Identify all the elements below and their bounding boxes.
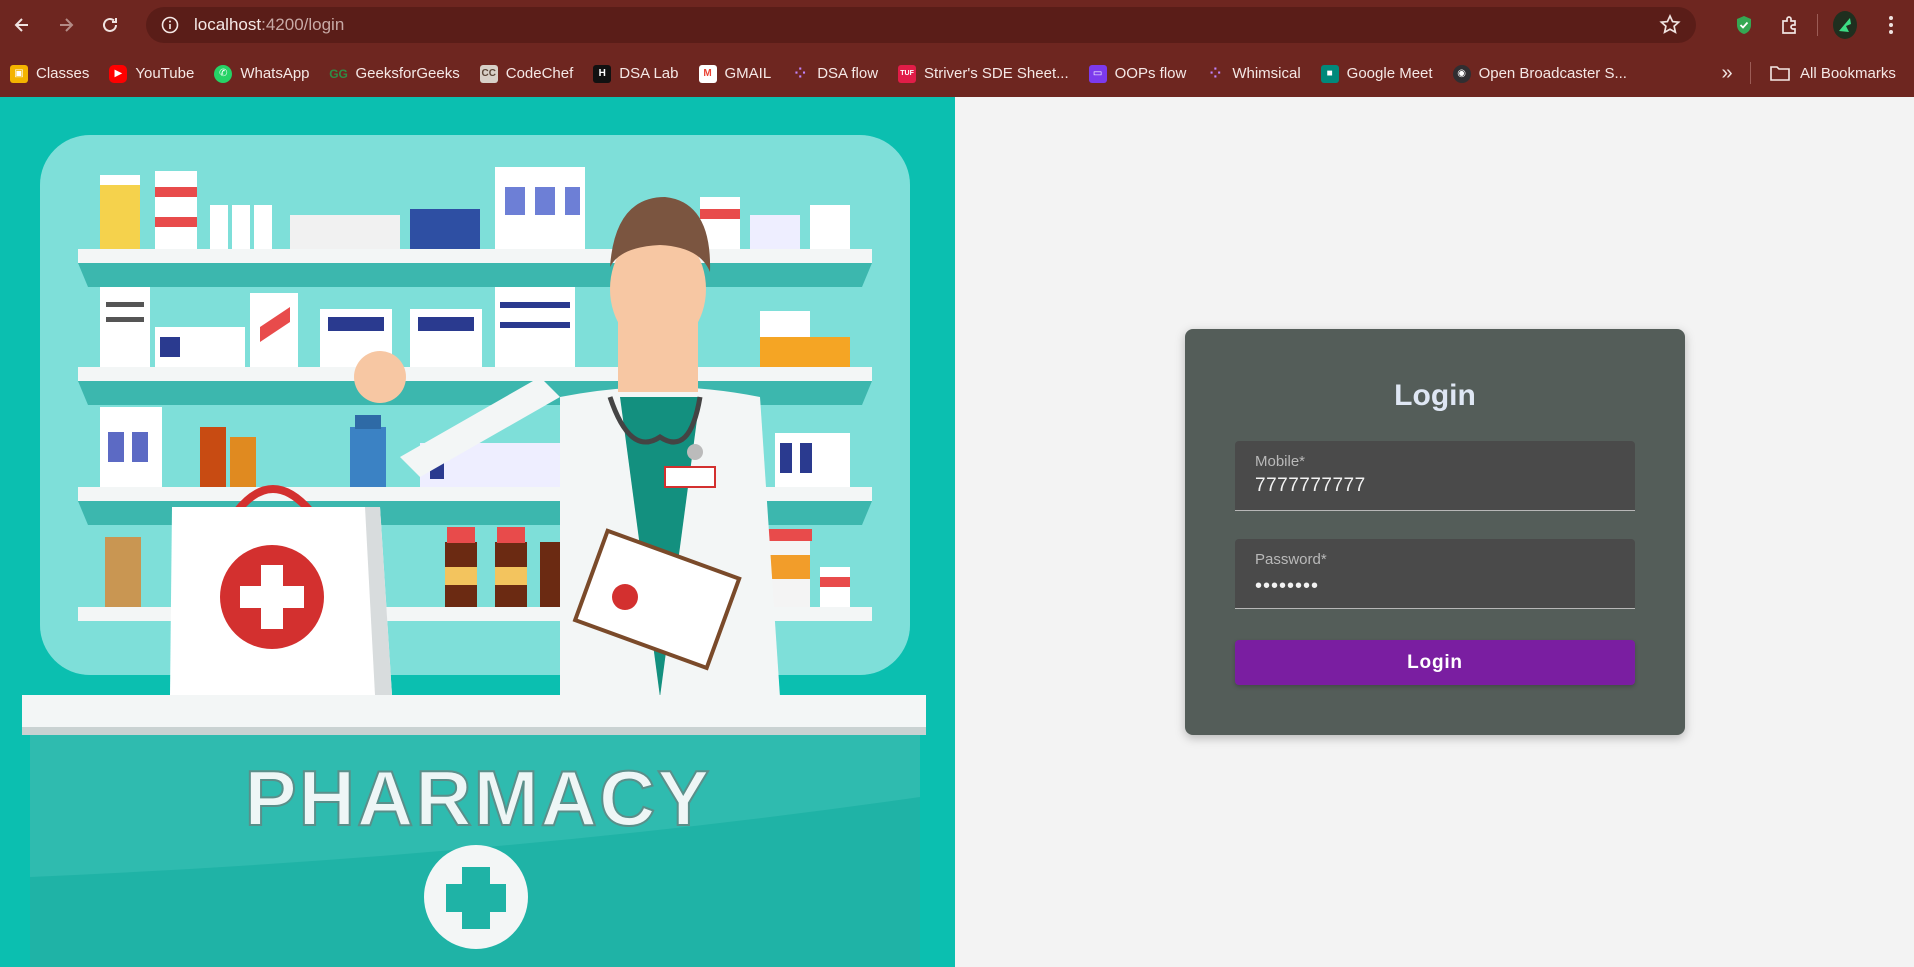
extensions-puzzle-icon[interactable] (1778, 13, 1802, 37)
bookmark-star-icon[interactable] (1658, 13, 1682, 37)
bookmark-label: GeeksforGeeks (355, 65, 460, 82)
password-field[interactable]: Password* •••••••• (1235, 539, 1635, 609)
tuf-icon: TUF (898, 64, 917, 83)
bookmark-google-meet[interactable]: ■ Google Meet (1320, 59, 1443, 89)
bookmark-classes[interactable]: ▣ Classes (10, 59, 99, 89)
browser-toolbar: localhost:4200/login (0, 0, 1914, 50)
whatsapp-icon: ✆ (214, 64, 233, 83)
google-meet-icon: ■ (1320, 64, 1339, 83)
geeksforgeeks-icon: GG (329, 66, 348, 81)
reload-icon (103, 17, 117, 32)
bookmark-youtube[interactable]: ▶ YouTube (109, 59, 204, 89)
bookmark-whatsapp[interactable]: ✆ WhatsApp (214, 59, 319, 89)
bookmark-strivers-sde-sheet[interactable]: TUF Striver's SDE Sheet... (898, 59, 1079, 89)
pharmacy-illustration: PHARMACY (0, 97, 955, 967)
whimsical-icon: ⁘ (794, 65, 807, 81)
toolbar-actions (1721, 0, 1914, 50)
toolbar-divider (1817, 14, 1818, 36)
bookmark-dsa-lab[interactable]: H DSA Lab (593, 59, 688, 89)
bookmark-gmail[interactable]: M GMAIL (698, 59, 782, 89)
login-card: Login Mobile* 7777777777 Password* •••••… (1185, 329, 1685, 735)
bookmark-label: GMAIL (724, 65, 772, 82)
url-text: localhost:4200/login (194, 15, 344, 35)
login-page: PHARMACY Login Mobile* 7777777777 Passwo… (0, 97, 1914, 967)
pharmacy-sign-text: PHARMACY (245, 754, 712, 842)
arrow-right-icon (60, 18, 74, 32)
pharmacy-bag (170, 485, 392, 695)
profile-avatar[interactable] (1833, 11, 1857, 39)
obs-icon: ◉ (1452, 64, 1471, 83)
url-host: localhost (194, 15, 262, 34)
kebab-menu-icon[interactable] (1879, 13, 1903, 37)
address-bar[interactable]: localhost:4200/login (146, 7, 1696, 43)
bookmark-label: OOPs flow (1114, 65, 1187, 82)
bookmark-label: CodeChef (505, 65, 574, 82)
bookmark-label: Google Meet (1346, 65, 1433, 82)
gmail-icon: M (698, 64, 717, 83)
bookmarks-bar: ▣ Classes ▶ YouTube ✆ WhatsApp GG GeeksforGe… (0, 50, 1914, 97)
shield-extension-icon[interactable] (1732, 13, 1756, 37)
classroom-icon: ▣ (10, 64, 28, 83)
all-bookmarks-label: All Bookmarks (1800, 64, 1896, 82)
bookmarks-divider (1750, 62, 1751, 84)
bookmark-label: Striver's SDE Sheet... (924, 65, 1069, 82)
bookmark-codechef[interactable]: CC CodeChef (479, 59, 584, 89)
bookmark-label: DSA flow (817, 65, 879, 82)
bookmark-dsa-flow[interactable]: ⁘ DSA flow (791, 59, 888, 89)
login-button[interactable]: Login (1235, 640, 1635, 685)
back-button[interactable] (0, 0, 44, 50)
all-bookmarks-button[interactable]: All Bookmarks (1770, 58, 1896, 88)
bookmark-geeksforgeeks[interactable]: GG GeeksforGeeks (329, 59, 470, 89)
mobile-input[interactable]: 7777777777 (1255, 475, 1366, 497)
bookmark-label: YouTube (135, 65, 195, 82)
whimsical-icon: ⁘ (1209, 65, 1222, 81)
password-input[interactable]: •••••••• (1255, 575, 1319, 598)
login-title: Login (1394, 379, 1476, 412)
avatar (1833, 11, 1857, 39)
password-label: Password* (1255, 551, 1327, 568)
folder-icon (1770, 66, 1790, 81)
whimsical-board-icon: ▭ (1088, 64, 1107, 83)
bookmark-whimsical[interactable]: ⁘ Whimsical (1206, 59, 1310, 89)
bookmark-label: WhatsApp (240, 65, 310, 82)
codechef-icon: CC (479, 64, 498, 83)
pharmacy-counter: PHARMACY (22, 695, 926, 967)
reload-button[interactable] (88, 0, 132, 50)
youtube-icon: ▶ (109, 64, 128, 83)
bookmark-obs[interactable]: ◉ Open Broadcaster S... (1452, 59, 1637, 89)
bookmark-label: Classes (36, 65, 90, 82)
url-path: :4200/login (261, 15, 345, 34)
mobile-label: Mobile* (1255, 453, 1306, 470)
mobile-field[interactable]: Mobile* 7777777777 (1235, 441, 1635, 511)
bookmark-oops-flow[interactable]: ▭ OOPs flow (1088, 59, 1197, 89)
site-info-icon[interactable] (158, 13, 182, 37)
arrow-left-icon (14, 18, 28, 32)
forward-button[interactable] (44, 0, 88, 50)
hackerrank-icon: H (593, 64, 612, 83)
bookmark-label: Whimsical (1232, 65, 1301, 82)
bookmark-label: DSA Lab (619, 65, 679, 82)
bookmark-label: Open Broadcaster S... (1478, 65, 1627, 82)
more-bookmarks-chevron-icon[interactable]: » (1712, 58, 1742, 88)
